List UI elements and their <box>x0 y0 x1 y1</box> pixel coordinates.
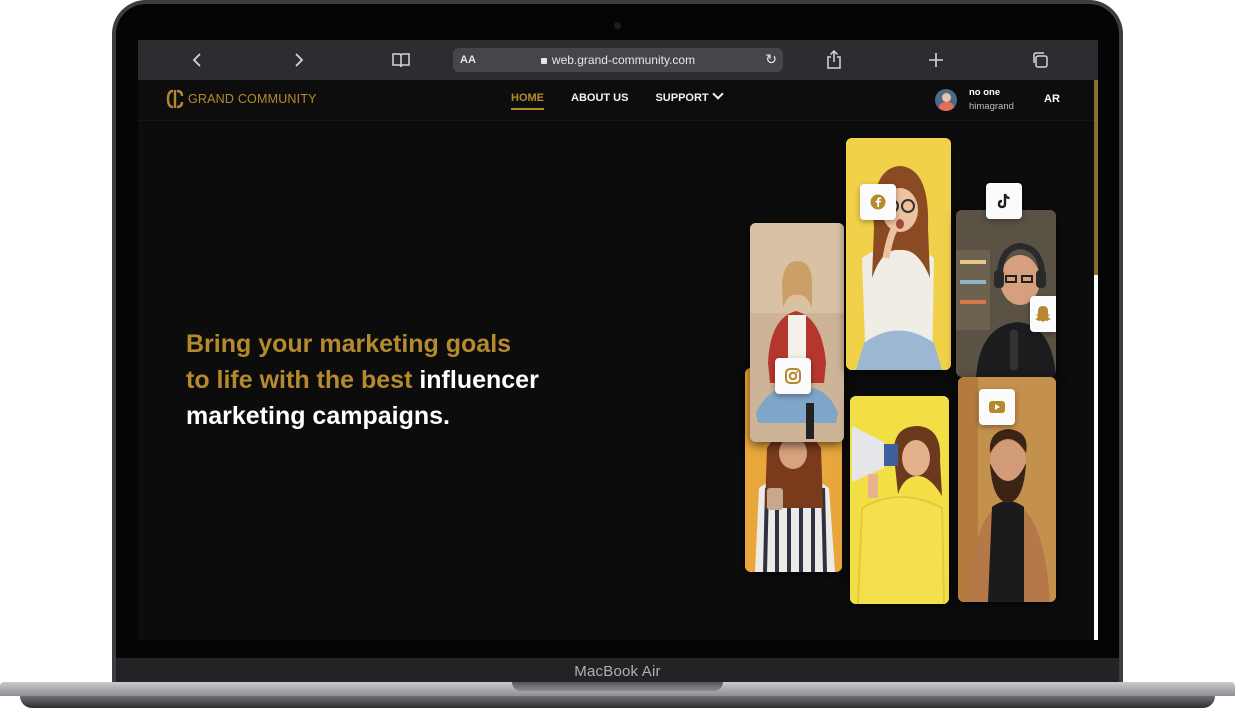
nav-support-label: SUPPORT <box>655 92 709 104</box>
facebook-icon <box>860 184 896 220</box>
nav-home[interactable]: HOME <box>511 92 544 110</box>
user-name: no one <box>969 87 1001 98</box>
hero-line-2-white: influencer <box>419 366 539 394</box>
browser-toolbar: AA web.grand-community.com ↻ <box>138 40 1098 80</box>
instagram-icon <box>775 358 811 394</box>
youtube-icon <box>979 389 1015 425</box>
influencer-photo-megaphone <box>850 396 949 604</box>
share-icon[interactable] <box>824 48 844 72</box>
laptop-base <box>0 682 1235 710</box>
url-text: web.grand-community.com <box>551 53 696 67</box>
site-logo[interactable]: GRAND COMMUNITY <box>166 88 317 110</box>
camera-icon <box>614 22 621 29</box>
language-switch[interactable]: AR <box>1044 93 1060 105</box>
chevron-right-icon[interactable] <box>290 48 308 72</box>
site-header: GRAND COMMUNITY HOME ABOUT US SUPPORT no… <box>138 80 1098 121</box>
hero-heading: Bring your marketing goals to life with … <box>186 326 606 434</box>
plus-icon[interactable] <box>926 48 946 72</box>
nav-about-us[interactable]: ABOUT US <box>571 92 628 108</box>
logo-text: GRAND COMMUNITY <box>188 92 317 106</box>
hero-line-1: Bring your marketing goals <box>186 330 512 358</box>
book-icon[interactable] <box>390 48 412 72</box>
user-handle: himagrand <box>969 101 1014 112</box>
main-menu: HOME ABOUT US SUPPORT <box>511 88 749 110</box>
address-bar[interactable]: AA web.grand-community.com ↻ <box>453 48 783 72</box>
device-brand-label: MacBook Air <box>574 663 661 680</box>
chevron-left-icon[interactable] <box>188 48 206 72</box>
reload-icon[interactable]: ↻ <box>765 51 777 68</box>
logo-icon <box>166 88 184 110</box>
nav-support[interactable]: SUPPORT <box>655 88 724 108</box>
screen: AA web.grand-community.com ↻ GRAND COMMU… <box>138 40 1098 640</box>
scrollbar-thumb[interactable] <box>1094 80 1098 275</box>
influencer-photo-glasses <box>846 138 951 370</box>
hero-line-2-gold: to life with the best <box>186 366 420 394</box>
influencer-photo-red-jacket <box>750 223 844 442</box>
lock-icon <box>540 58 547 64</box>
chevron-down-icon <box>711 88 724 100</box>
avatar <box>935 88 957 111</box>
user-menu[interactable]: no one himagrand <box>935 87 1014 112</box>
tiktok-icon <box>986 183 1022 219</box>
snapchat-icon <box>1030 296 1056 332</box>
hero-line-3: marketing campaigns. <box>186 402 450 430</box>
influencer-photo-headphones <box>956 210 1056 377</box>
tabs-icon[interactable] <box>1030 48 1050 72</box>
